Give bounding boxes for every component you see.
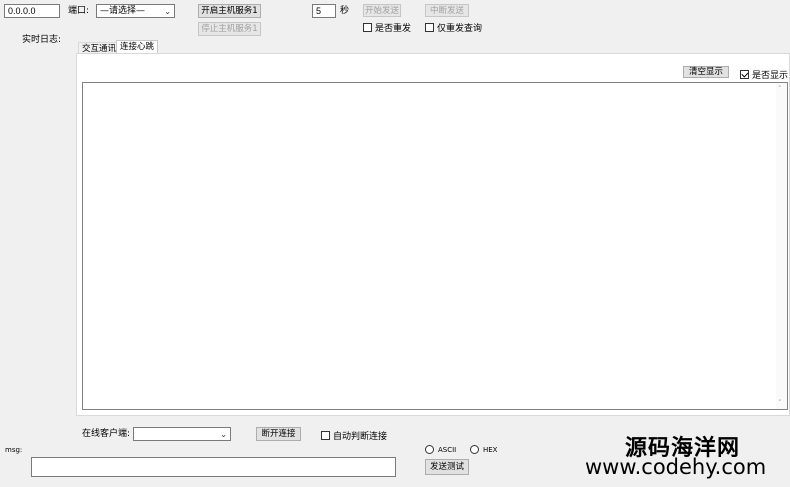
port-select-value: —请选择— — [100, 6, 146, 16]
send-test-button[interactable]: 发送测试 — [425, 459, 469, 475]
checkbox-box — [740, 70, 749, 79]
watermark-url: www.codehy.com — [585, 455, 767, 479]
show-display-checkbox[interactable]: 是否显示 — [740, 68, 788, 81]
hex-radio[interactable]: HEX — [470, 445, 497, 454]
show-display-label: 是否显示 — [752, 71, 789, 81]
port-label: 端口: — [68, 6, 90, 16]
log-textarea[interactable]: ˄ ˅ — [82, 82, 788, 410]
chevron-down-icon: ⌄ — [220, 430, 227, 439]
port-select[interactable]: —请选择— ⌄ — [96, 4, 175, 18]
clear-display-button[interactable]: 清空显示 — [683, 66, 729, 78]
resend-checkbox[interactable]: 是否重发 — [363, 21, 411, 34]
ascii-radio[interactable]: ASCII — [425, 445, 456, 454]
resend-label: 是否重发 — [375, 24, 412, 34]
stop-send-button[interactable]: 中断发送 — [425, 4, 469, 17]
checkbox-box — [425, 23, 434, 32]
scrollbar[interactable]: ˄ ˅ — [776, 83, 787, 409]
scroll-down-icon[interactable]: ˅ — [778, 399, 782, 407]
seconds-label: 秒 — [340, 6, 350, 16]
radio-circle — [470, 445, 479, 454]
auto-disconnect-label: 自动判断连接 — [333, 432, 388, 442]
tab-heartbeat[interactable]: 连接心跳 — [116, 40, 159, 54]
start-service-button[interactable]: 开启主机服务1 — [198, 4, 261, 18]
client-select[interactable]: ⌄ — [133, 427, 231, 441]
online-clients-label: 在线客户端: — [82, 429, 131, 439]
msg-input[interactable] — [31, 457, 396, 477]
auto-disconnect-checkbox[interactable]: 自动判断连接 — [321, 429, 387, 442]
interval-input[interactable] — [312, 4, 336, 18]
start-send-button[interactable]: 开始发送 — [363, 4, 401, 17]
log-label: 实时日志: — [22, 35, 62, 45]
radio-circle — [425, 445, 434, 454]
resend-only-query-label: 仅重发查询 — [437, 24, 483, 34]
ip-address-input[interactable] — [4, 4, 60, 18]
resend-only-query-checkbox[interactable]: 仅重发查询 — [425, 21, 482, 34]
chevron-down-icon: ⌄ — [164, 7, 171, 16]
msg-label: msg: — [5, 446, 23, 454]
disconnect-button[interactable]: 断开连接 — [256, 427, 301, 441]
checkbox-box — [363, 23, 372, 32]
hex-label: HEX — [483, 445, 498, 454]
scroll-up-icon[interactable]: ˄ — [778, 85, 782, 93]
checkbox-box — [321, 431, 330, 440]
stop-service-button[interactable]: 停止主机服务1 — [198, 22, 261, 36]
ascii-label: ASCII — [438, 445, 457, 454]
